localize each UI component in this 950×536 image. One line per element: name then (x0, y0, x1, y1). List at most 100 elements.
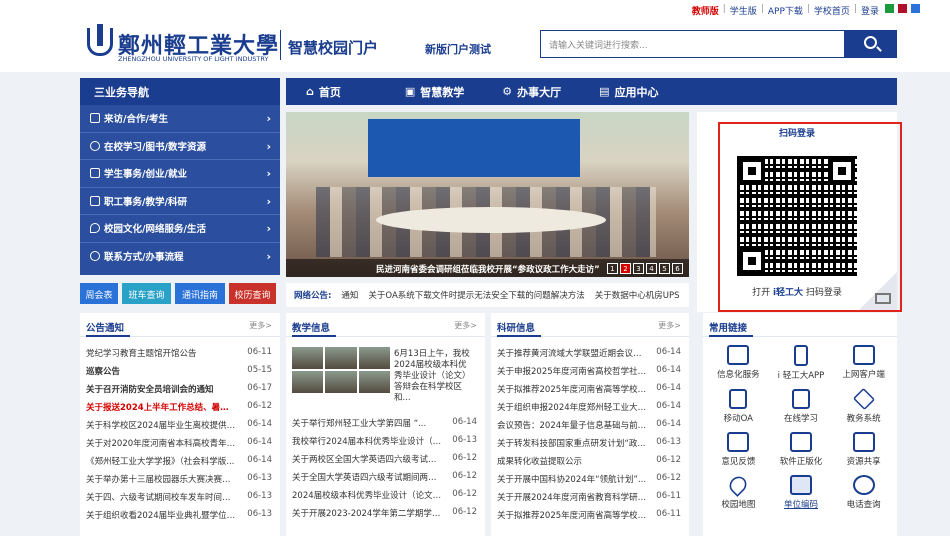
link-feedback[interactable]: 意见反馈 (707, 430, 770, 467)
sidebar-item-staff[interactable]: 职工事务/教学/科研 › (80, 188, 280, 215)
teaching-more-link[interactable]: 更多> (454, 320, 477, 331)
search-input[interactable]: 请输入关键词进行搜索... (540, 30, 845, 58)
list-item[interactable]: 关于报送2024上半年工作总结、暑期重... 06-12 (86, 401, 272, 419)
list-item[interactable]: 我校举行2024届本科优秀毕业设计（论... 06-13 (292, 435, 477, 453)
pager-3[interactable]: 3 (633, 263, 644, 274)
search-button[interactable] (845, 30, 897, 58)
apps-icon: ▤ (599, 85, 610, 98)
phone-icon (793, 345, 808, 366)
pager-2[interactable]: 2 (620, 263, 631, 274)
announcements-list: 党纪学习教育主题馆开馆公告 06-11 巡察公告 05-15 关于召开消防安全员培训… (86, 347, 272, 527)
list-item[interactable]: 会议预告：2024年量子信息基础与前沿... 06-14 (497, 419, 681, 437)
list-item[interactable]: 关于对2020年度河南省本科高校青年骨... 06-14 (86, 437, 272, 455)
tab-teaching[interactable]: ▣ 智慧教学 (387, 78, 482, 105)
sidebar: 来访/合作/考生 › 在校学习/图书/数字资源 › 学生事务/创业/就业 › 职工事务… (80, 105, 280, 275)
login-link[interactable]: 登录 (861, 4, 879, 17)
link-campus-map[interactable]: 校园地图 (707, 473, 770, 510)
list-item[interactable]: 关于召开消防安全员培训会的通知 06-17 (86, 383, 272, 401)
new-portal-link[interactable]: 新版门户测试 (425, 41, 491, 57)
pager-4[interactable]: 4 (646, 263, 657, 274)
network-notice: 网络公告: 通知 关于OA系统下载文件时提示无法安全下载的问题解决方法 关于数据… (286, 283, 689, 307)
tab-home[interactable]: ⌂ 首页 (286, 78, 359, 105)
teaching-info-panel: 教学信息 更多> 6月13日上午，我校2024届校级本科优秀毕业设计（论文）答辩会… (286, 313, 485, 536)
play-icon (852, 432, 875, 452)
document-icon (729, 389, 748, 409)
list-item[interactable]: 关于转发科技部国家重点研发计划“政... 06-13 (497, 437, 681, 455)
list-item[interactable]: 关于举行郑州轻工业大学第四届 “... 06-14 (292, 417, 477, 435)
link-phone-lookup[interactable]: 电话查询 (832, 473, 895, 510)
link-genuine-software[interactable]: 软件正版化 (770, 430, 833, 467)
weekly-meeting-button[interactable]: 周会表 (80, 283, 118, 304)
list-item[interactable]: 关于开展2024年度河南省教育科学研究... 06-11 (497, 491, 681, 509)
list-item[interactable]: 关于全国大学英语四六级考试期间两校... 06-12 (292, 471, 477, 489)
teaching-lead-news[interactable]: 6月13日上午，我校2024届校级本科优秀毕业设计（论文）答辩会在科学校区和..… (394, 349, 472, 404)
banner-table (376, 207, 606, 233)
theme-red-swatch[interactable] (898, 4, 907, 13)
list-item[interactable]: 关于拟推荐2025年度河南省高等学校哲... 06-11 (497, 509, 681, 527)
teacher-version-link[interactable]: 教师版 (692, 4, 719, 17)
link-mobile-oa[interactable]: 移动OA (707, 387, 770, 424)
pager-5[interactable]: 5 (659, 263, 670, 274)
sidebar-item-visit[interactable]: 来访/合作/考生 › (80, 105, 280, 133)
list-item[interactable]: 关于组织申报2024年度郑州轻工业大学... 06-14 (497, 401, 681, 419)
theme-green-swatch[interactable] (885, 4, 894, 13)
list-item[interactable]: 关于四、六级考试期间校车发车时间安... 06-13 (86, 491, 272, 509)
tab-service-hall[interactable]: ⚙ 办事大厅 (484, 78, 579, 105)
sidebar-item-student[interactable]: 学生事务/创业/就业 › (80, 160, 280, 188)
student-version-link[interactable]: 学生版 (730, 4, 757, 17)
list-item[interactable]: 《郑州轻工业大学学报》（社会科学版... 06-14 (86, 455, 272, 473)
link-unit-code[interactable]: 单位编码 (770, 473, 833, 510)
list-item[interactable]: 关于举办第十三届校园器乐大赛决赛的... 06-13 (86, 473, 272, 491)
list-item[interactable]: 关于开展2023-2024学年第二学期学生... 06-12 (292, 507, 477, 525)
link-net-client[interactable]: 上网客户端 (832, 343, 895, 381)
list-item[interactable]: 关于推荐黄河流域大学联盟近期会议相... 06-14 (497, 347, 681, 365)
pager-1[interactable]: 1 (607, 263, 618, 274)
pager-6[interactable]: 6 (672, 263, 683, 274)
chevron-right-icon: › (266, 139, 271, 153)
sidebar-item-culture[interactable]: 校园文化/网络服务/生活 › (80, 215, 280, 243)
quick-links: 周会表 班车查询 通讯指南 校历查询 (80, 283, 280, 304)
tab-app-center[interactable]: ▤ 应用中心 (581, 78, 676, 105)
list-item[interactable]: 巡察公告 05-15 (86, 365, 272, 383)
theme-blue-swatch[interactable] (911, 4, 920, 13)
research-info-panel: 科研信息 更多> 关于推荐黄河流域大学联盟近期会议相... 06-14 关于申报20… (491, 313, 689, 536)
calendar-button[interactable]: 校历查询 (229, 283, 276, 304)
link-academic-system[interactable]: 教务系统 (832, 387, 895, 424)
list-item[interactable]: 2024届校级本科优秀毕业设计（论文）... 06-12 (292, 489, 477, 507)
list-item[interactable]: 党纪学习教育主题馆开馆公告 06-11 (86, 347, 272, 365)
notice-item[interactable]: 关于OA系统下载文件时提示无法安全下载的问题解决方法 (368, 289, 584, 301)
app-download-link[interactable]: APP下载 (768, 4, 803, 17)
list-item[interactable]: 关于组织收看2024届毕业典礼暨学位授... 06-13 (86, 509, 272, 527)
chevron-right-icon: › (266, 167, 271, 180)
research-more-link[interactable]: 更多> (658, 320, 681, 331)
portal-title: 智慧校园门户 (288, 39, 379, 57)
link-app[interactable]: i 轻工大APP (770, 343, 833, 381)
logo-divider (280, 30, 281, 60)
settings-icon (90, 251, 100, 262)
top-bar: 教师版 | 学生版 | APP下载 | 学校首页 | 登录 (0, 0, 950, 20)
network-icon (852, 345, 875, 365)
link-info-service[interactable]: 信息化服务 (707, 343, 770, 381)
shuttle-bus-button[interactable]: 班车查询 (122, 283, 171, 304)
link-resource-sharing[interactable]: 资源共享 (832, 430, 895, 467)
list-item[interactable]: 关于拟推荐2025年度河南省高等学校哲... 06-14 (497, 383, 681, 401)
list-item[interactable]: 关于开展中国科协2024年“领航计划”... 06-12 (497, 473, 681, 491)
notice-item[interactable]: 关于数据中心机房UPS (595, 289, 680, 301)
announcements-more-link[interactable]: 更多> (249, 320, 272, 331)
announcements-panel: 公告通知 更多> 党纪学习教育主题馆开馆公告 06-11 巡察公告 05-15 关于召… (80, 313, 280, 536)
teaching-news-thumbnails[interactable] (292, 347, 390, 393)
directory-button[interactable]: 通讯指南 (175, 283, 225, 304)
notice-item[interactable]: 通知 (341, 289, 358, 301)
screen-icon: ▣ (404, 85, 416, 98)
list-item[interactable]: 关于科学校区2024届毕业生离校提供保障... 06-14 (86, 419, 272, 437)
school-home-link[interactable]: 学校首页 (814, 4, 850, 17)
sidebar-item-contact[interactable]: 联系方式/办事流程 › (80, 243, 280, 271)
news-banner[interactable]: 民进河南省委会调研组莅临我校开展“参政议政工作大走访” 1 2 3 4 5 6 (286, 112, 689, 277)
gear-icon: ⚙ (502, 85, 513, 98)
list-item[interactable]: 关于申报2025年度河南省高校哲学社会... 06-14 (497, 365, 681, 383)
sidebar-item-study[interactable]: 在校学习/图书/数字资源 › (80, 133, 280, 160)
banner-photo (368, 119, 580, 177)
link-online-learning[interactable]: 在线学习 (770, 387, 833, 424)
list-item[interactable]: 成果转化收益提取公示 06-12 (497, 455, 681, 473)
list-item[interactable]: 关于两校区全国大学英语四六级考试期间两校...06-12 (292, 453, 477, 471)
